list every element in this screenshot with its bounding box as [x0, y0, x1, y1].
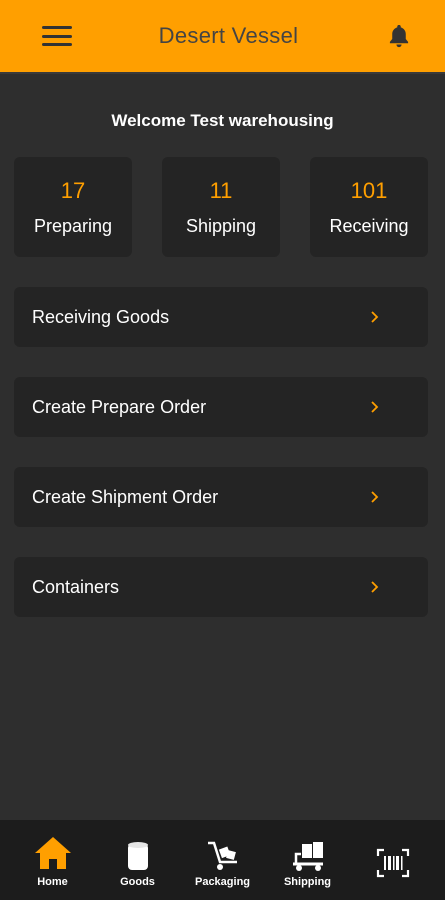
stat-card-receiving[interactable]: 101 Receiving: [310, 157, 428, 257]
stat-value: 101: [350, 177, 388, 203]
stat-value: 11: [209, 177, 233, 203]
nav-label: Home: [37, 876, 68, 888]
barcode-scanner-icon: [376, 838, 410, 878]
menu-item-label: Receiving Goods: [32, 306, 170, 327]
menu-list: Receiving Goods Create Prepare Order Cre…: [14, 287, 428, 647]
nav-item-shipping[interactable]: Shipping: [270, 825, 346, 895]
nav-label: Goods: [120, 876, 155, 888]
menu-item-containers[interactable]: Containers: [14, 557, 428, 617]
app-root: Desert Vessel Welcome Test warehousing 1…: [0, 0, 445, 900]
nav-item-home[interactable]: Home: [15, 825, 91, 895]
packaging-icon: [205, 832, 241, 872]
stat-label: Receiving: [329, 215, 409, 236]
bottom-nav: Home Goods Packaging Shipping: [0, 820, 445, 900]
app-header: Desert Vessel: [0, 0, 445, 74]
home-icon: [32, 832, 74, 872]
welcome-text: Welcome Test warehousing: [111, 111, 334, 130]
stat-value: 17: [60, 177, 86, 203]
menu-item-label: Containers: [32, 576, 120, 597]
nav-item-barcode-scanner[interactable]: [355, 825, 431, 895]
stat-label: Shipping: [185, 215, 257, 236]
goods-icon: [125, 832, 151, 872]
menu-item-label: Create Prepare Order: [32, 396, 207, 417]
stat-card-shipping[interactable]: 11 Shipping: [162, 157, 280, 257]
nav-item-packaging[interactable]: Packaging: [185, 825, 261, 895]
hamburger-menu-icon[interactable]: [40, 23, 74, 49]
app-title: Desert Vessel: [158, 23, 299, 48]
menu-item-create-prepare-order[interactable]: Create Prepare Order: [14, 377, 428, 437]
nav-item-goods[interactable]: Goods: [100, 825, 176, 895]
bell-icon[interactable]: [383, 20, 415, 52]
chevron-right-icon: [370, 310, 380, 324]
shipping-icon: [290, 832, 326, 872]
stat-card-preparing[interactable]: 17 Preparing: [14, 157, 132, 257]
chevron-right-icon: [370, 400, 380, 414]
stats-row: 17 Preparing 11 Shipping 101 Receiving: [14, 157, 428, 257]
chevron-right-icon: [370, 580, 380, 594]
chevron-right-icon: [370, 490, 380, 504]
menu-item-label: Create Shipment Order: [32, 486, 219, 507]
stat-label: Preparing: [33, 215, 113, 236]
nav-label: Packaging: [194, 876, 251, 888]
menu-item-receiving-goods[interactable]: Receiving Goods: [14, 287, 428, 347]
menu-item-create-shipment-order[interactable]: Create Shipment Order: [14, 467, 428, 527]
nav-label: Shipping: [283, 876, 332, 888]
